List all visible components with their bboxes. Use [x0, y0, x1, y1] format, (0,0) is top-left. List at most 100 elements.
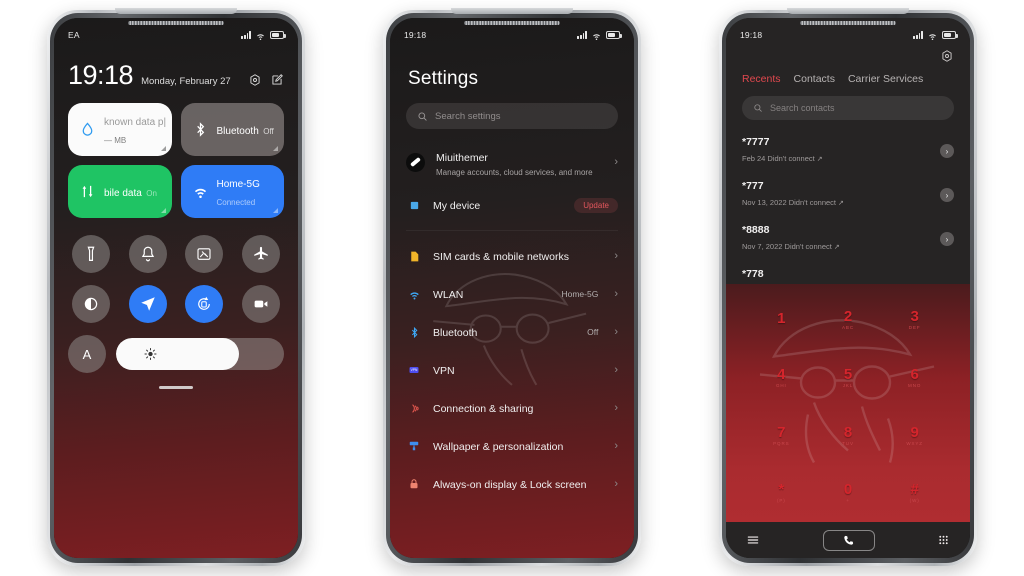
tile-bluetooth[interactable]: Bluetooth Off: [180, 103, 284, 156]
call-meta: Feb 24 Didn't connect: [742, 154, 815, 163]
phone2-screen: 19:18 Settings Search settings Miuitheme…: [390, 18, 634, 558]
key-7[interactable]: 7 PQRS: [773, 425, 789, 447]
key-6[interactable]: 6 MNO: [908, 367, 921, 389]
settings-row-account[interactable]: Miuithemer Manage accounts, cloud servic…: [390, 139, 634, 186]
key-4[interactable]: 4 GHI: [776, 367, 787, 389]
key-digit: 6: [910, 365, 919, 383]
call-details-button[interactable]: ›: [940, 232, 954, 246]
key-star[interactable]: * (P): [777, 482, 786, 504]
key-2[interactable]: 2 ABC: [842, 309, 854, 331]
account-avatar: [406, 153, 425, 172]
toggle-location[interactable]: [128, 285, 167, 323]
tile-expand-corner[interactable]: [160, 146, 166, 151]
settings-row-wallpaper[interactable]: Wallpaper & personalization ›: [390, 427, 634, 465]
call-log-row[interactable]: *777 Nov 13, 2022 Didn't connect ↗ ›: [726, 173, 970, 217]
key-9[interactable]: 9 WXYZ: [906, 425, 923, 447]
tile-expand-corner[interactable]: [273, 208, 278, 213]
key-digit: 4: [777, 365, 786, 383]
call-details-button[interactable]: ›: [940, 144, 954, 158]
row-text: Miuithemer Manage accounts, cloud servic…: [436, 148, 603, 177]
search-placeholder: Search contacts: [770, 103, 835, 113]
toggle-dark-mode[interactable]: [72, 285, 111, 323]
settings-row-lock-screen[interactable]: Always-on display & Lock screen ›: [390, 465, 634, 503]
key-digit: 2: [843, 308, 853, 326]
keypad-icon[interactable]: [937, 534, 950, 547]
chevron-right-icon: ›: [614, 156, 618, 168]
call-number: *8888: [742, 224, 770, 236]
settings-page: Settings Search settings Miuithemer Mana…: [390, 18, 634, 558]
call-log-row[interactable]: *8888 Nov 7, 2022 Didn't connect ↗ ›: [726, 217, 970, 261]
status-badge[interactable]: Update: [574, 197, 618, 213]
chevron-right-icon: ›: [614, 477, 618, 490]
key-5[interactable]: 5 JKL: [843, 367, 853, 389]
carrier-label: EA: [68, 30, 80, 40]
data-drop-icon: [78, 120, 97, 139]
key-0[interactable]: 0 +: [844, 482, 852, 504]
wifi-icon: [406, 286, 422, 302]
settings-gear-icon[interactable]: [248, 73, 262, 87]
tile-expand-corner[interactable]: [273, 146, 278, 151]
menu-icon[interactable]: [746, 533, 760, 547]
bluetooth-icon: [191, 120, 210, 139]
tile-mobile-data[interactable]: bile data On: [68, 165, 172, 218]
search-contacts-input[interactable]: Search contacts: [742, 96, 954, 120]
row-label: Always-on display & Lock screen: [433, 479, 587, 491]
signal-icon: [241, 31, 251, 39]
settings-row-bluetooth[interactable]: Bluetooth Off ›: [390, 313, 634, 351]
brightness-row: A: [68, 335, 284, 373]
key-digit: *: [778, 481, 785, 499]
quick-toggles: [68, 235, 284, 323]
toggle-screenshot[interactable]: [185, 235, 224, 273]
dark-mode-icon: [85, 297, 98, 311]
tab-contacts[interactable]: Contacts: [794, 73, 835, 85]
brightness-slider[interactable]: [116, 338, 284, 370]
call-log-row[interactable]: *7777 Feb 24 Didn't connect ↗ ›: [726, 129, 970, 173]
drag-handle[interactable]: [159, 386, 193, 389]
tile-data-usage[interactable]: known data p| — MB: [68, 103, 172, 156]
key-letters: JKL: [842, 382, 854, 388]
toggle-silent[interactable]: [128, 235, 167, 273]
call-number: *778: [742, 268, 764, 280]
toggle-auto-rotate[interactable]: [185, 285, 224, 323]
key-letters: GHI: [775, 382, 787, 388]
search-settings-input[interactable]: Search settings: [406, 103, 618, 129]
key-digit: #: [910, 481, 919, 499]
tile-expand-corner[interactable]: [160, 208, 166, 213]
row-label: WLAN: [433, 289, 464, 301]
dial-keypad: 1 2 ABC 3 DEF 4 GHI 5 JKL 6 MNO 7 PQRS 8 TUV 9W…: [726, 284, 970, 522]
settings-row-sim[interactable]: SIM cards & mobile networks ›: [390, 237, 634, 275]
mobile-data-icon: [78, 182, 97, 201]
toggle-screen-recorder[interactable]: [241, 285, 280, 323]
earpiece-speaker: [128, 21, 224, 25]
tab-carrier-services[interactable]: Carrier Services: [848, 73, 923, 85]
call-details-button[interactable]: ›: [940, 188, 954, 202]
settings-row-wlan[interactable]: WLAN Home-5G ›: [390, 275, 634, 313]
brightness-sun-icon: [144, 347, 157, 361]
toggle-airplane-mode[interactable]: [241, 235, 280, 273]
tile-wifi[interactable]: Home-5G Connected: [180, 165, 284, 218]
wifi-icon: [929, 33, 936, 40]
settings-row-my-device[interactable]: My device Update: [390, 186, 634, 224]
edit-icon[interactable]: [270, 73, 284, 87]
earpiece-speaker: [464, 21, 560, 25]
key-letters: (P): [776, 498, 786, 504]
call-log-row[interactable]: *778: [726, 261, 970, 280]
key-3[interactable]: 3 DEF: [909, 309, 921, 331]
key-1[interactable]: 1: [777, 311, 785, 328]
key-8[interactable]: 8 TUV: [842, 425, 854, 447]
dialer-settings-button[interactable]: [726, 44, 970, 63]
control-center-header: 19:18 Monday, February 27: [68, 62, 284, 89]
key-hash[interactable]: # (W): [910, 482, 920, 504]
chevron-right-icon: ›: [614, 325, 618, 338]
settings-row-connection-sharing[interactable]: Connection & sharing ›: [390, 389, 634, 427]
auto-brightness-toggle[interactable]: A: [68, 335, 106, 373]
dialer-top: Recents Contacts Carrier Services Search…: [726, 18, 970, 280]
toggle-flashlight[interactable]: [72, 235, 111, 273]
call-button[interactable]: [822, 529, 875, 551]
settings-row-vpn[interactable]: VPN VPN ›: [390, 351, 634, 389]
signal-icon: [913, 31, 923, 39]
row-label: VPN: [433, 365, 455, 377]
key-digit: 3: [910, 308, 919, 326]
tab-recents[interactable]: Recents: [742, 73, 781, 85]
key-digit: 5: [843, 365, 853, 383]
